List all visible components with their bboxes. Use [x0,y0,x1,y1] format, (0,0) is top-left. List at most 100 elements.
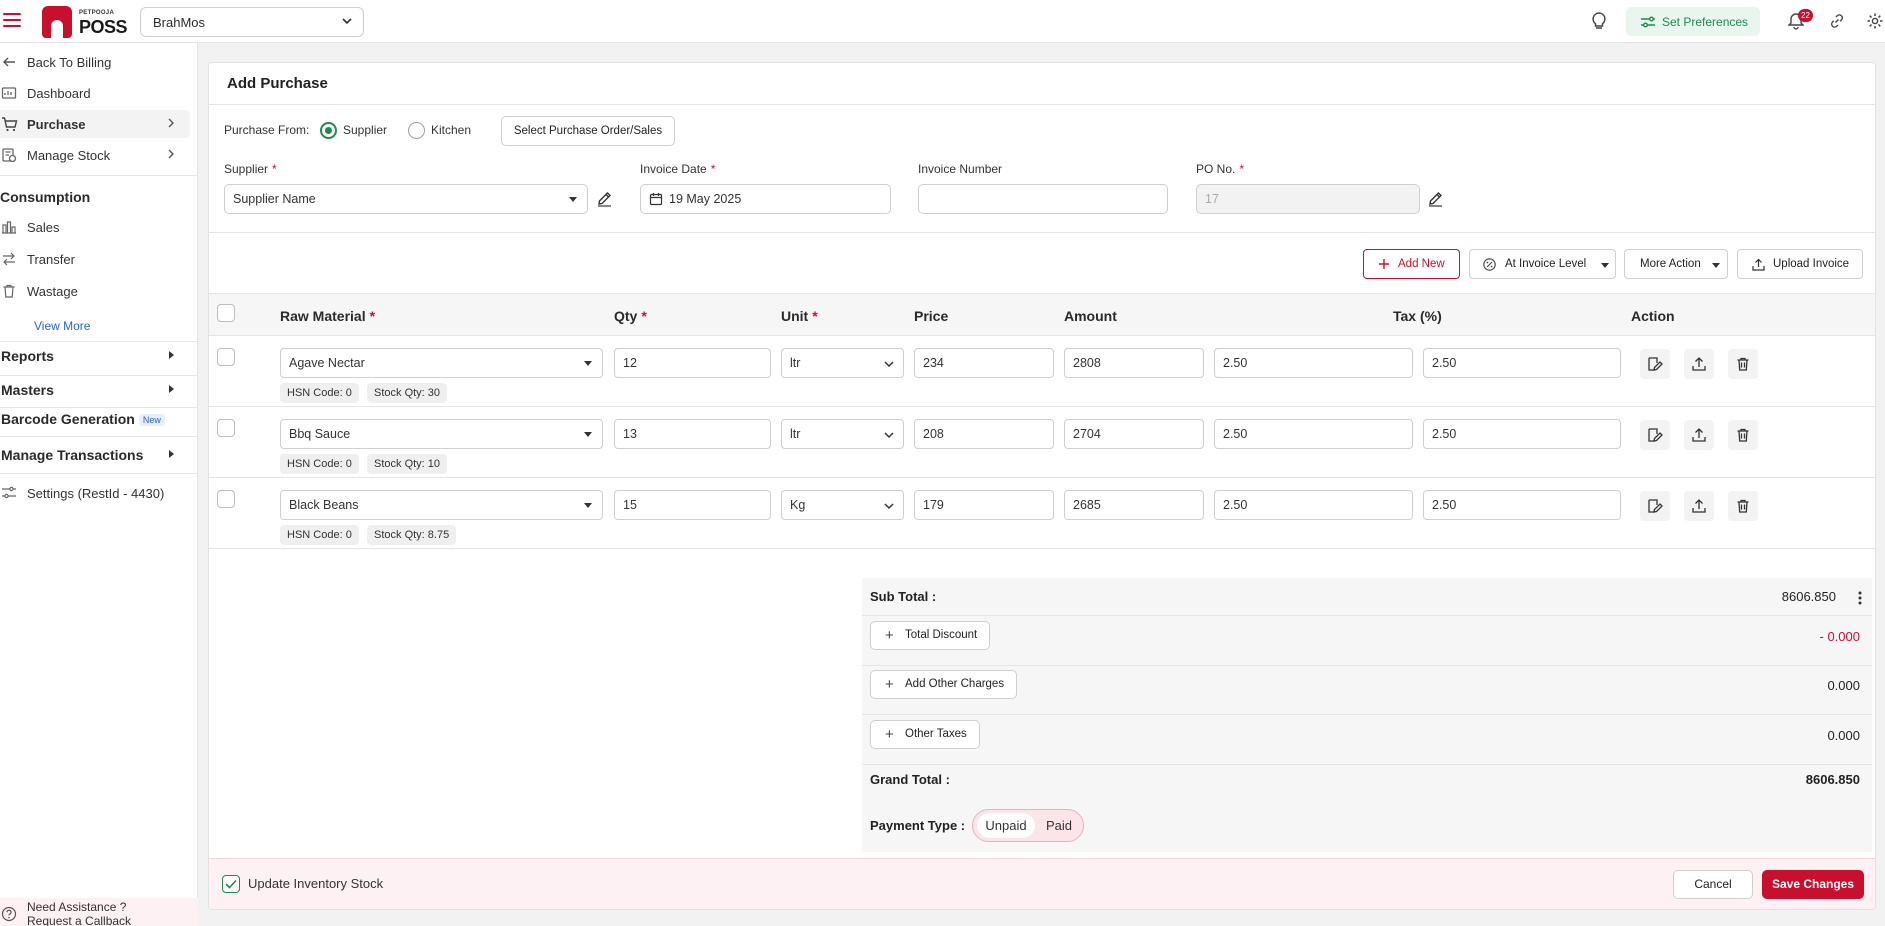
select-purchase-order-button[interactable]: Select Purchase Order/Sales [501,116,675,146]
total-discount-button[interactable]: + Total Discount [870,621,991,650]
sub-total-label: Sub Total : [870,589,937,604]
more-vertical-icon[interactable] [1852,590,1868,606]
edit-pencil-icon[interactable] [1427,190,1444,207]
edit-pencil-icon[interactable] [596,190,613,207]
update-inventory-label[interactable]: Update Inventory Stock [248,876,383,891]
col-unit: Unit * [781,308,818,324]
supplier-select[interactable]: Supplier Name [224,184,588,214]
price-input[interactable]: 234 [914,348,1054,378]
edit-row-button[interactable] [1640,349,1670,379]
po-number-label: PO No. * [1196,162,1245,176]
qty-input[interactable]: 13 [614,419,771,449]
tax-input[interactable]: 2.50 [1214,419,1413,449]
qty-input[interactable]: 12 [614,348,771,378]
outlet-select[interactable]: BrahMos [140,7,364,37]
qty-input[interactable]: 15 [614,490,771,520]
col-raw-material: Raw Material * [280,308,376,324]
col-amount: Amount [1064,308,1117,324]
price-input[interactable]: 208 [914,419,1054,449]
upload-icon [1752,258,1765,271]
payment-paid-option[interactable]: Paid [1037,813,1081,838]
radio-supplier[interactable] [320,122,337,139]
sidebar-item-manage-stock[interactable]: Manage Stock [0,141,190,169]
sidebar-item-masters[interactable]: Masters [0,376,190,404]
add-purchase-card: Add Purchase Purchase From: Supplier Kit… [208,62,1876,910]
delete-row-button[interactable] [1728,349,1758,379]
upload-invoice-button[interactable]: Upload Invoice [1737,249,1863,279]
upload-row-button[interactable] [1684,420,1714,450]
other-taxes-button[interactable]: + Other Taxes [870,720,980,749]
upload-row-button[interactable] [1684,349,1714,379]
need-assistance-callback[interactable]: Need Assistance ? Request a Callback [0,898,198,926]
select-all-checkbox[interactable] [217,304,235,322]
raw-material-select[interactable]: Agave Nectar [280,348,603,378]
lightbulb-icon[interactable] [1590,11,1608,31]
tax-input[interactable]: 2.50 [1423,348,1621,378]
sidebar-item-settings[interactable]: Settings (RestId - 4430) [0,479,190,507]
raw-material-select[interactable]: Black Beans [280,490,603,520]
edit-row-button[interactable] [1640,420,1670,450]
tax-input[interactable]: 2.50 [1214,490,1413,520]
add-other-charges-button[interactable]: + Add Other Charges [870,670,1018,699]
edit-row-button[interactable] [1640,491,1670,521]
hamburger-menu-icon[interactable] [3,13,21,27]
tax-input[interactable]: 2.50 [1214,348,1413,378]
add-new-button[interactable]: Add New [1363,249,1460,279]
upload-row-button[interactable] [1684,491,1714,521]
upload-icon [1692,499,1706,513]
chevron-down-icon [342,18,352,25]
invoice-date-label: Invoice Date * [640,162,716,176]
price-input[interactable]: 179 [914,490,1054,520]
set-preferences-button[interactable]: Set Preferences [1626,7,1760,36]
grand-total-value: 8606.850 [1805,772,1860,787]
unit-select[interactable]: ltr [781,419,904,449]
save-changes-button[interactable]: Save Changes [1762,870,1864,899]
delete-row-button[interactable] [1728,491,1758,521]
gear-icon[interactable] [1866,12,1884,30]
row-checkbox[interactable] [217,490,235,508]
delete-row-button[interactable] [1728,420,1758,450]
view-more-link[interactable]: View More [34,319,90,333]
radio-supplier-label[interactable]: Supplier [343,123,387,137]
raw-material-select[interactable]: Bbq Sauce [280,419,603,449]
payment-unpaid-option[interactable]: Unpaid [977,813,1035,838]
row-checkbox[interactable] [217,348,235,366]
more-action-dropdown[interactable]: More Action [1624,249,1728,279]
sidebar-item-sales[interactable]: Sales [0,213,190,241]
sidebar-item-transfer[interactable]: Transfer [0,245,190,273]
radio-kitchen-label[interactable]: Kitchen [431,123,471,137]
form-footer: Update Inventory Stock Cancel Save Chang… [209,858,1875,909]
trash-icon [3,284,15,298]
update-inventory-checkbox[interactable] [222,875,240,893]
sidebar-item-purchase[interactable]: Purchase [0,110,190,138]
bar-chart-icon [2,221,16,234]
app-logo[interactable]: PETPOOJA POSS [42,4,128,40]
invoice-number-input[interactable] [918,184,1168,214]
sidebar-item-barcode-generation[interactable]: Barcode Generation New [0,405,190,433]
cancel-button[interactable]: Cancel [1673,870,1753,899]
invoice-level-dropdown[interactable]: At Invoice Level [1469,249,1616,279]
sidebar-item-wastage[interactable]: Wastage [0,277,190,305]
tax-input[interactable]: 2.50 [1423,419,1621,449]
sidebar-item-manage-transactions[interactable]: Manage Transactions [0,441,190,469]
trash-icon [1737,357,1749,371]
plus-icon: + [885,726,894,743]
tax-input[interactable]: 2.50 [1423,490,1621,520]
chevron-down-icon [884,503,894,510]
unit-select[interactable]: Kg [781,490,904,520]
link-icon[interactable] [1829,13,1845,29]
sidebar-item-reports[interactable]: Reports [0,342,190,370]
calendar-icon [649,193,663,206]
unit-select[interactable]: ltr [781,348,904,378]
radio-kitchen[interactable] [408,122,425,139]
invoice-date-input[interactable]: 19 May 2025 [640,184,891,214]
sidebar-item-dashboard[interactable]: Dashboard [0,79,190,107]
amount-input[interactable]: 2685 [1064,490,1204,520]
col-price: Price [914,308,949,324]
amount-input[interactable]: 2704 [1064,419,1204,449]
caret-down-icon [1601,263,1609,268]
row-checkbox[interactable] [217,419,235,437]
caret-right-icon [169,385,174,393]
sidebar-item-back-to-billing[interactable]: Back To Billing [0,48,190,76]
amount-input[interactable]: 2808 [1064,348,1204,378]
